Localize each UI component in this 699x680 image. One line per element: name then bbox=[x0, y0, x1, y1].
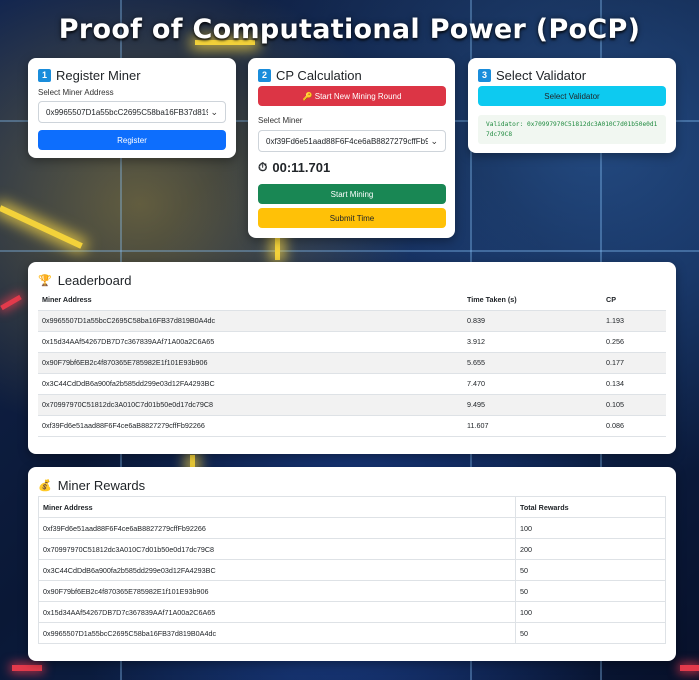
money-bag-icon: 💰 bbox=[38, 480, 52, 492]
leaderboard-header-row: Miner Address Time Taken (s) CP bbox=[38, 290, 666, 311]
timer-value: 00:11.701 bbox=[272, 160, 331, 175]
register-miner-card: 1 Register Miner Select Miner Address 0x… bbox=[28, 58, 236, 158]
cp-miner-select[interactable]: 0xf39Fd6e51aad88F6F4ce6aB8827279cffFb922… bbox=[258, 130, 446, 152]
miner-address-label: Select Miner Address bbox=[38, 88, 114, 97]
time-taken-cell: 11.607 bbox=[467, 415, 606, 437]
cp-calculation-title: CP Calculation bbox=[276, 68, 362, 83]
select-validator-button[interactable]: Select Validator bbox=[478, 86, 666, 106]
leaderboard-table: Miner Address Time Taken (s) CP 0x996550… bbox=[38, 290, 666, 437]
step-3-badge: 3 bbox=[478, 69, 491, 82]
total-rewards-cell: 100 bbox=[515, 601, 666, 623]
register-miner-heading: 1 Register Miner bbox=[38, 68, 141, 83]
time-taken-cell: 0.839 bbox=[467, 310, 606, 332]
miner-address-cell: 0x90F79bf6EB2c4f870365E785982E1f101E93b9… bbox=[38, 580, 516, 602]
time-taken-cell: 7.470 bbox=[467, 373, 606, 395]
leaderboard-title: Leaderboard bbox=[57, 273, 132, 288]
validator-result: Validator: 0x70997970C51812dc3A010C7d01b… bbox=[478, 115, 666, 144]
column-header: Miner Address bbox=[38, 496, 516, 518]
cp-cell: 0.177 bbox=[606, 352, 666, 374]
table-row: 0x3C44CdDdB6a900fa2b585dd299e03d12FA4293… bbox=[38, 559, 666, 581]
miner-address-cell: 0x15d34AAf54267DB7D7c367839AAf71A00a2C6A… bbox=[38, 331, 467, 353]
cp-cell: 0.256 bbox=[606, 331, 666, 353]
table-row: 0xf39Fd6e51aad88F6F4ce6aB8827279cffFb922… bbox=[38, 415, 666, 437]
table-row: 0x70997970C51812dc3A010C7d01b50e0d17dc79… bbox=[38, 394, 666, 416]
mining-timer: ⏱ 00:11.701 bbox=[258, 160, 330, 175]
submit-time-button[interactable]: Submit Time bbox=[258, 208, 446, 228]
trophy-icon: 🏆 bbox=[38, 275, 52, 287]
miner-address-cell: 0x9965507D1a55bcC2695C58ba16FB37d819B0A4… bbox=[38, 622, 516, 644]
column-header: CP bbox=[606, 290, 666, 311]
column-header: Total Rewards bbox=[515, 496, 666, 518]
stopwatch-icon: ⏱ bbox=[258, 160, 268, 174]
table-row: 0x15d34AAf54267DB7D7c367839AAf71A00a2C6A… bbox=[38, 331, 666, 353]
register-miner-title: Register Miner bbox=[56, 68, 141, 83]
miner-address-cell: 0x3C44CdDdB6a900fa2b585dd299e03d12FA4293… bbox=[38, 373, 467, 395]
miner-address-cell: 0x3C44CdDdB6a900fa2b585dd299e03d12FA4293… bbox=[38, 559, 516, 581]
page-title: Proof of Computational Power (PoCP) bbox=[58, 14, 641, 45]
select-validator-title: Select Validator bbox=[496, 68, 587, 83]
register-miner-select[interactable]: 0x9965507D1a55bcC2695C58ba16FB37d819B0A4… bbox=[38, 101, 226, 123]
table-row: 0x90F79bf6EB2c4f870365E785982E1f101E93b9… bbox=[38, 580, 666, 602]
miner-address-cell: 0x90F79bf6EB2c4f870365E785982E1f101E93b9… bbox=[38, 352, 467, 374]
miner-address-cell: 0x70997970C51812dc3A010C7d01b50e0d17dc79… bbox=[38, 538, 516, 560]
total-rewards-cell: 100 bbox=[515, 517, 666, 539]
chevron-down-icon: ⌄ bbox=[430, 135, 438, 146]
step-2-badge: 2 bbox=[258, 69, 271, 82]
cp-cell: 0.105 bbox=[606, 394, 666, 416]
miner-rewards-card: 💰 Miner Rewards Miner Address Total Rewa… bbox=[28, 467, 676, 661]
cp-calculation-card: 2 CP Calculation 🔑 Start New Mining Roun… bbox=[248, 58, 455, 238]
time-taken-cell: 3.912 bbox=[467, 331, 606, 353]
rewards-header-row: Miner Address Total Rewards bbox=[38, 496, 666, 518]
miner-rewards-table: Miner Address Total Rewards 0xf39Fd6e51a… bbox=[38, 496, 666, 644]
start-mining-button[interactable]: Start Mining bbox=[258, 184, 446, 204]
select-validator-heading: 3 Select Validator bbox=[478, 68, 586, 83]
table-row: 0x15d34AAf54267DB7D7c367839AAf71A00a2C6A… bbox=[38, 601, 666, 623]
cp-calculation-heading: 2 CP Calculation bbox=[258, 68, 362, 83]
miner-rewards-title: Miner Rewards bbox=[57, 478, 146, 493]
select-miner-label: Select Miner bbox=[258, 116, 303, 125]
leaderboard-card: 🏆 Leaderboard Miner Address Time Taken (… bbox=[28, 262, 676, 454]
miner-address-cell: 0xf39Fd6e51aad88F6F4ce6aB8827279cffFb922… bbox=[38, 415, 467, 437]
column-header: Miner Address bbox=[38, 290, 467, 311]
select-validator-card: 3 Select Validator Select Validator Vali… bbox=[468, 58, 676, 153]
table-row: 0xf39Fd6e51aad88F6F4ce6aB8827279cffFb922… bbox=[38, 517, 666, 539]
time-taken-cell: 5.655 bbox=[467, 352, 606, 374]
start-new-mining-round-button[interactable]: 🔑 Start New Mining Round bbox=[258, 86, 446, 106]
table-row: 0x3C44CdDdB6a900fa2b585dd299e03d12FA4293… bbox=[38, 373, 666, 395]
miner-rewards-heading: 💰 Miner Rewards bbox=[38, 478, 145, 493]
miner-address-cell: 0x15d34AAf54267DB7D7c367839AAf71A00a2C6A… bbox=[38, 601, 516, 623]
miner-address-cell: 0xf39Fd6e51aad88F6F4ce6aB8827279cffFb922… bbox=[38, 517, 516, 539]
total-rewards-cell: 50 bbox=[515, 580, 666, 602]
miner-address-cell: 0x9965507D1a55bcC2695C58ba16FB37d819B0A4… bbox=[38, 310, 467, 332]
table-row: 0x9965507D1a55bcC2695C58ba16FB37d819B0A4… bbox=[38, 310, 666, 332]
column-header: Time Taken (s) bbox=[467, 290, 606, 311]
time-taken-cell: 9.495 bbox=[467, 394, 606, 416]
table-row: 0x70997970C51812dc3A010C7d01b50e0d17dc79… bbox=[38, 538, 666, 560]
register-button[interactable]: Register bbox=[38, 130, 226, 150]
step-1-badge: 1 bbox=[38, 69, 51, 82]
total-rewards-cell: 50 bbox=[515, 622, 666, 644]
total-rewards-cell: 50 bbox=[515, 559, 666, 581]
table-row: 0x9965507D1a55bcC2695C58ba16FB37d819B0A4… bbox=[38, 622, 666, 644]
register-miner-select-value: 0x9965507D1a55bcC2695C58ba16FB37d819B0A4… bbox=[46, 107, 208, 117]
cp-cell: 0.134 bbox=[606, 373, 666, 395]
table-row: 0x90F79bf6EB2c4f870365E785982E1f101E93b9… bbox=[38, 352, 666, 374]
leaderboard-heading: 🏆 Leaderboard bbox=[38, 273, 131, 288]
cp-cell: 0.086 bbox=[606, 415, 666, 437]
total-rewards-cell: 200 bbox=[515, 538, 666, 560]
miner-address-cell: 0x70997970C51812dc3A010C7d01b50e0d17dc79… bbox=[38, 394, 467, 416]
cp-miner-select-value: 0xf39Fd6e51aad88F6F4ce6aB8827279cffFb922… bbox=[266, 136, 428, 146]
cp-cell: 1.193 bbox=[606, 310, 666, 332]
chevron-down-icon: ⌄ bbox=[210, 106, 218, 117]
